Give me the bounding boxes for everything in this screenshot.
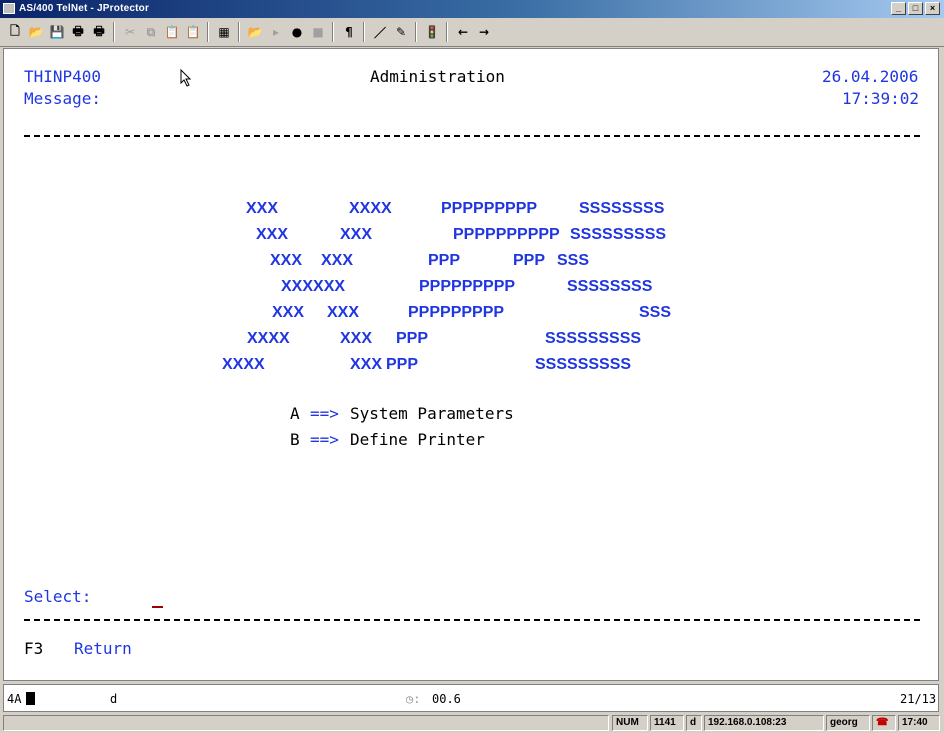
timer-value: 00.6 [432, 692, 461, 706]
logo-x: XXX [272, 304, 305, 321]
separator-line [24, 619, 920, 621]
status-char: d [110, 692, 118, 706]
clipboard-icon[interactable]: 📋 [183, 22, 203, 42]
arrow-right-icon[interactable]: → [474, 22, 494, 42]
logo-x: XXX [340, 330, 373, 347]
toolbar-separator [415, 22, 417, 42]
select-label: Select: [24, 587, 92, 606]
timer-icon: ◷: [406, 692, 421, 706]
toolbar-separator [238, 22, 240, 42]
logo-p: PPPPPPPPP [408, 304, 505, 321]
open-file-icon[interactable]: 📂 [245, 22, 265, 42]
clock-indicator: 17:40 [898, 715, 940, 731]
status-bar: NUM 1141 d 192.168.0.108:23 georg ☎ 17:4… [0, 713, 944, 733]
logo-x: XXX [350, 356, 383, 373]
program-name: THINP400 [24, 67, 102, 86]
logo-x: XXXX [349, 200, 392, 217]
option-key: A [290, 404, 300, 423]
cut-icon[interactable]: ✂ [120, 22, 140, 42]
logo-p: PPP [428, 252, 461, 269]
toolbar-separator [113, 22, 115, 42]
record-icon[interactable]: ● [287, 22, 307, 42]
copy-icon[interactable]: ⧉ [141, 22, 161, 42]
logo-s: SSSSSSSS [579, 200, 665, 217]
keypad-icon[interactable]: ▦ [214, 22, 234, 42]
pen-icon[interactable]: ／ [370, 22, 390, 42]
cursor-block [26, 692, 35, 705]
host-indicator: 192.168.0.108:23 [704, 715, 824, 731]
open-folder-icon[interactable]: 📂 [26, 22, 46, 42]
edit-icon[interactable]: ✎ [391, 22, 411, 42]
date-value: 26.04.2006 [822, 67, 919, 86]
save-icon[interactable]: 💾 [47, 22, 67, 42]
option-label: System Parameters [350, 404, 514, 423]
maximize-button[interactable]: □ [908, 2, 923, 15]
print-setup-icon[interactable]: 🖶 [89, 22, 109, 42]
logo-s: SSSSSSSSS [535, 356, 632, 373]
logo-p: PPPPPPPPPP [453, 226, 560, 243]
logo-p: PPP [513, 252, 546, 269]
toolbar-separator [446, 22, 448, 42]
message-label: Message: [24, 89, 102, 108]
separator-line [24, 135, 920, 137]
code-page-indicator: 1141 [650, 715, 684, 731]
mode-indicator: 4A [7, 692, 22, 706]
logo-p: PPP [386, 356, 419, 373]
logo-s: SSS [557, 252, 590, 269]
time-value: 17:39:02 [842, 89, 920, 108]
logo-x: XXX [327, 304, 360, 321]
terminal-status-line: 4A d ◷: 00.6 21/13 [3, 684, 939, 712]
toolbar-separator [363, 22, 365, 42]
traffic-light-icon[interactable]: 🚦 [422, 22, 442, 42]
logo-p: PPP [396, 330, 429, 347]
logo-x: XXX [246, 200, 279, 217]
paragraph-icon[interactable]: ¶ [339, 22, 359, 42]
print-icon[interactable]: 🖶 [68, 22, 88, 42]
new-document-icon[interactable]: 🗋 [5, 22, 25, 42]
minimize-button[interactable]: _ [891, 2, 906, 15]
logo-x: XXX [256, 226, 289, 243]
stop-icon[interactable]: ■ [308, 22, 328, 42]
window-title: AS/400 TelNet - JProtector [19, 3, 150, 14]
flag-indicator: d [686, 715, 702, 731]
toolbar-separator [207, 22, 209, 42]
logo-p: PPPPPPPPP [419, 278, 516, 295]
app-icon[interactable] [3, 3, 15, 14]
option-arrow: ==> [310, 430, 339, 449]
fkey-action: Return [74, 639, 132, 658]
logo-x: XXX [270, 252, 303, 269]
logo-s: SSS [639, 304, 672, 321]
cursor-position: 21/13 [900, 692, 937, 706]
option-label: Define Printer [350, 430, 485, 449]
close-button[interactable]: × [925, 2, 940, 15]
logo-s: SSSSSSSSS [570, 226, 667, 243]
paste-icon[interactable]: 📋 [162, 22, 182, 42]
connection-icon: ☎ [872, 715, 896, 731]
fkey-label: F3 [24, 639, 44, 658]
logo-s: SSSSSSSS [567, 278, 653, 295]
toolbar: 🗋 📂 💾 🖶 🖶 ✂ ⧉ 📋 📋 ▦ 📂 ▸ ● ■ ¶ ／ ✎ 🚦 ← → [0, 18, 944, 47]
option-arrow: ==> [310, 404, 339, 423]
logo-x: XXXX [247, 330, 290, 347]
terminal-screen[interactable]: THINP400 Administration 26.04.2006 Messa… [3, 48, 939, 681]
screen-heading: Administration [370, 67, 505, 86]
logo-x: XXX [321, 252, 354, 269]
play-icon[interactable]: ▸ [266, 22, 286, 42]
num-lock-indicator: NUM [612, 715, 648, 731]
status-panel-main [3, 715, 609, 731]
logo-p: PPPPPPPPP [441, 200, 538, 217]
option-key: B [290, 430, 300, 449]
logo-x: XXX [340, 226, 373, 243]
logo-s: SSSSSSSSS [545, 330, 642, 347]
title-bar[interactable]: AS/400 TelNet - JProtector _ □ × [0, 0, 944, 18]
logo-x: XXXX [222, 356, 265, 373]
mouse-pointer-icon [180, 69, 192, 87]
toolbar-separator [332, 22, 334, 42]
select-input[interactable] [152, 606, 163, 608]
arrow-left-icon[interactable]: ← [453, 22, 473, 42]
user-indicator: georg [826, 715, 870, 731]
logo-x: XXXXXX [281, 278, 346, 295]
